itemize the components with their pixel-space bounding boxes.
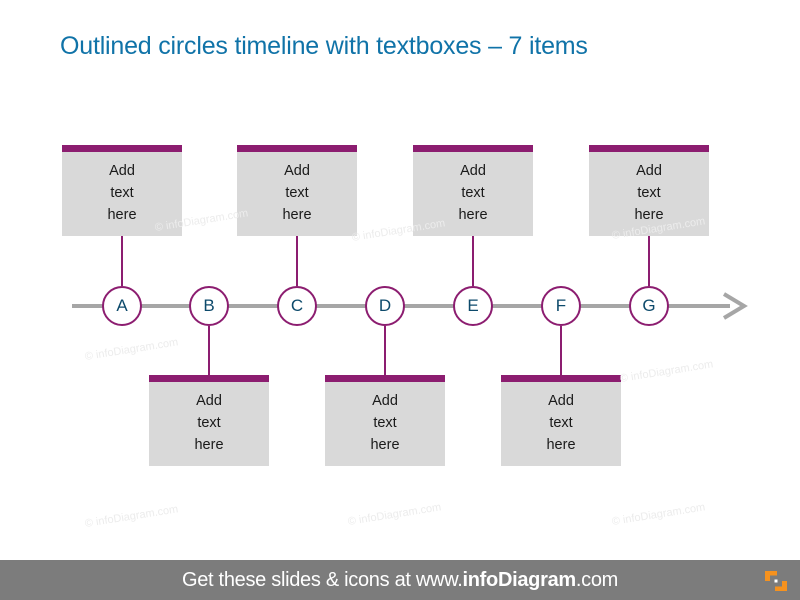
- textbox-line3: here: [458, 207, 488, 224]
- textbox-line1: Add: [548, 393, 574, 409]
- watermark-5: © infoDiagram.com: [619, 358, 715, 385]
- textbox-line1: Add: [372, 393, 398, 409]
- arrowhead-icon: [722, 292, 748, 320]
- textbox-line2: text: [373, 415, 397, 432]
- textbox-line2: text: [549, 415, 573, 432]
- textbox-line1: Add: [284, 163, 310, 179]
- timeline-node-a[interactable]: A: [102, 286, 142, 326]
- textbox-line3: here: [194, 437, 224, 454]
- textbox-line2: text: [197, 415, 221, 432]
- textbox-accent-bar: [237, 145, 357, 152]
- textbox-accent-bar: [413, 145, 533, 152]
- connector-line-d: [384, 326, 386, 375]
- textbox-accent-bar: [149, 375, 269, 382]
- textbox-line3: here: [107, 207, 137, 224]
- connector-line-c: [296, 233, 298, 286]
- textbox-body: Add text here: [501, 382, 621, 466]
- connector-line-e: [472, 233, 474, 286]
- textbox-line1: Add: [196, 393, 222, 409]
- textbox-body: Add text here: [325, 382, 445, 466]
- textbox-accent-bar: [501, 375, 621, 382]
- timeline-node-e[interactable]: E: [453, 286, 493, 326]
- textbox-line2: text: [461, 185, 485, 202]
- textbox-accent-bar: [325, 375, 445, 382]
- footer-prefix: Get these slides & icons at www.: [181, 568, 463, 591]
- page-title: Outlined circles timeline with textboxes…: [60, 32, 588, 60]
- textbox-d[interactable]: Add text here: [325, 375, 445, 467]
- watermark-7: © infoDiagram.com: [347, 501, 443, 528]
- connector-line-b: [208, 326, 210, 375]
- textbox-e[interactable]: Add text here: [413, 145, 533, 237]
- textbox-accent-bar: [62, 145, 182, 152]
- infodiagram-logo-icon: [765, 571, 787, 591]
- watermark-8: © infoDiagram.com: [611, 501, 707, 528]
- footer-banner: Get these slides & icons at www. infoDiag…: [0, 560, 800, 600]
- slide-canvas: Outlined circles timeline with textboxes…: [0, 0, 800, 600]
- textbox-line3: here: [282, 207, 312, 224]
- timeline-node-label: C: [290, 296, 304, 315]
- textbox-f[interactable]: Add text here: [501, 375, 621, 467]
- textbox-body: Add text here: [413, 152, 533, 236]
- timeline-node-f[interactable]: F: [541, 286, 581, 326]
- textbox-body: Add text here: [237, 152, 357, 236]
- textbox-body: Add text here: [62, 152, 182, 236]
- timeline-node-label: G: [642, 296, 656, 315]
- footer-text: Get these slides & icons at www. infoDiag…: [0, 560, 800, 600]
- textbox-line3: here: [546, 437, 576, 454]
- textbox-line2: text: [637, 185, 661, 202]
- textbox-body: Add text here: [589, 152, 709, 236]
- timeline-node-label: F: [555, 296, 567, 315]
- textbox-line3: here: [634, 207, 664, 224]
- textbox-line2: text: [285, 185, 309, 202]
- watermark-4: © infoDiagram.com: [84, 336, 180, 363]
- timeline-node-label: E: [467, 296, 479, 315]
- textbox-accent-bar: [589, 145, 709, 152]
- timeline-node-b[interactable]: B: [189, 286, 229, 326]
- textbox-c[interactable]: Add text here: [237, 145, 357, 237]
- timeline-node-g[interactable]: G: [629, 286, 669, 326]
- textbox-body: Add text here: [149, 382, 269, 466]
- textbox-g[interactable]: Add text here: [589, 145, 709, 237]
- textbox-b[interactable]: Add text here: [149, 375, 269, 467]
- timeline-node-d[interactable]: D: [365, 286, 405, 326]
- timeline-node-label: D: [378, 296, 392, 315]
- timeline-node-label: A: [116, 296, 128, 315]
- textbox-a[interactable]: Add text here: [62, 145, 182, 237]
- footer-brand: infoDiagram: [462, 568, 577, 591]
- timeline-node-c[interactable]: C: [277, 286, 317, 326]
- textbox-line2: text: [110, 185, 134, 202]
- connector-line-a: [121, 233, 123, 286]
- textbox-line1: Add: [109, 163, 135, 179]
- textbox-line1: Add: [636, 163, 662, 179]
- footer-suffix: .com: [575, 568, 619, 591]
- textbox-line1: Add: [460, 163, 486, 179]
- connector-line-g: [648, 233, 650, 286]
- timeline-node-label: B: [203, 296, 215, 315]
- textbox-line3: here: [370, 437, 400, 454]
- connector-line-f: [560, 326, 562, 375]
- watermark-6: © infoDiagram.com: [84, 503, 180, 530]
